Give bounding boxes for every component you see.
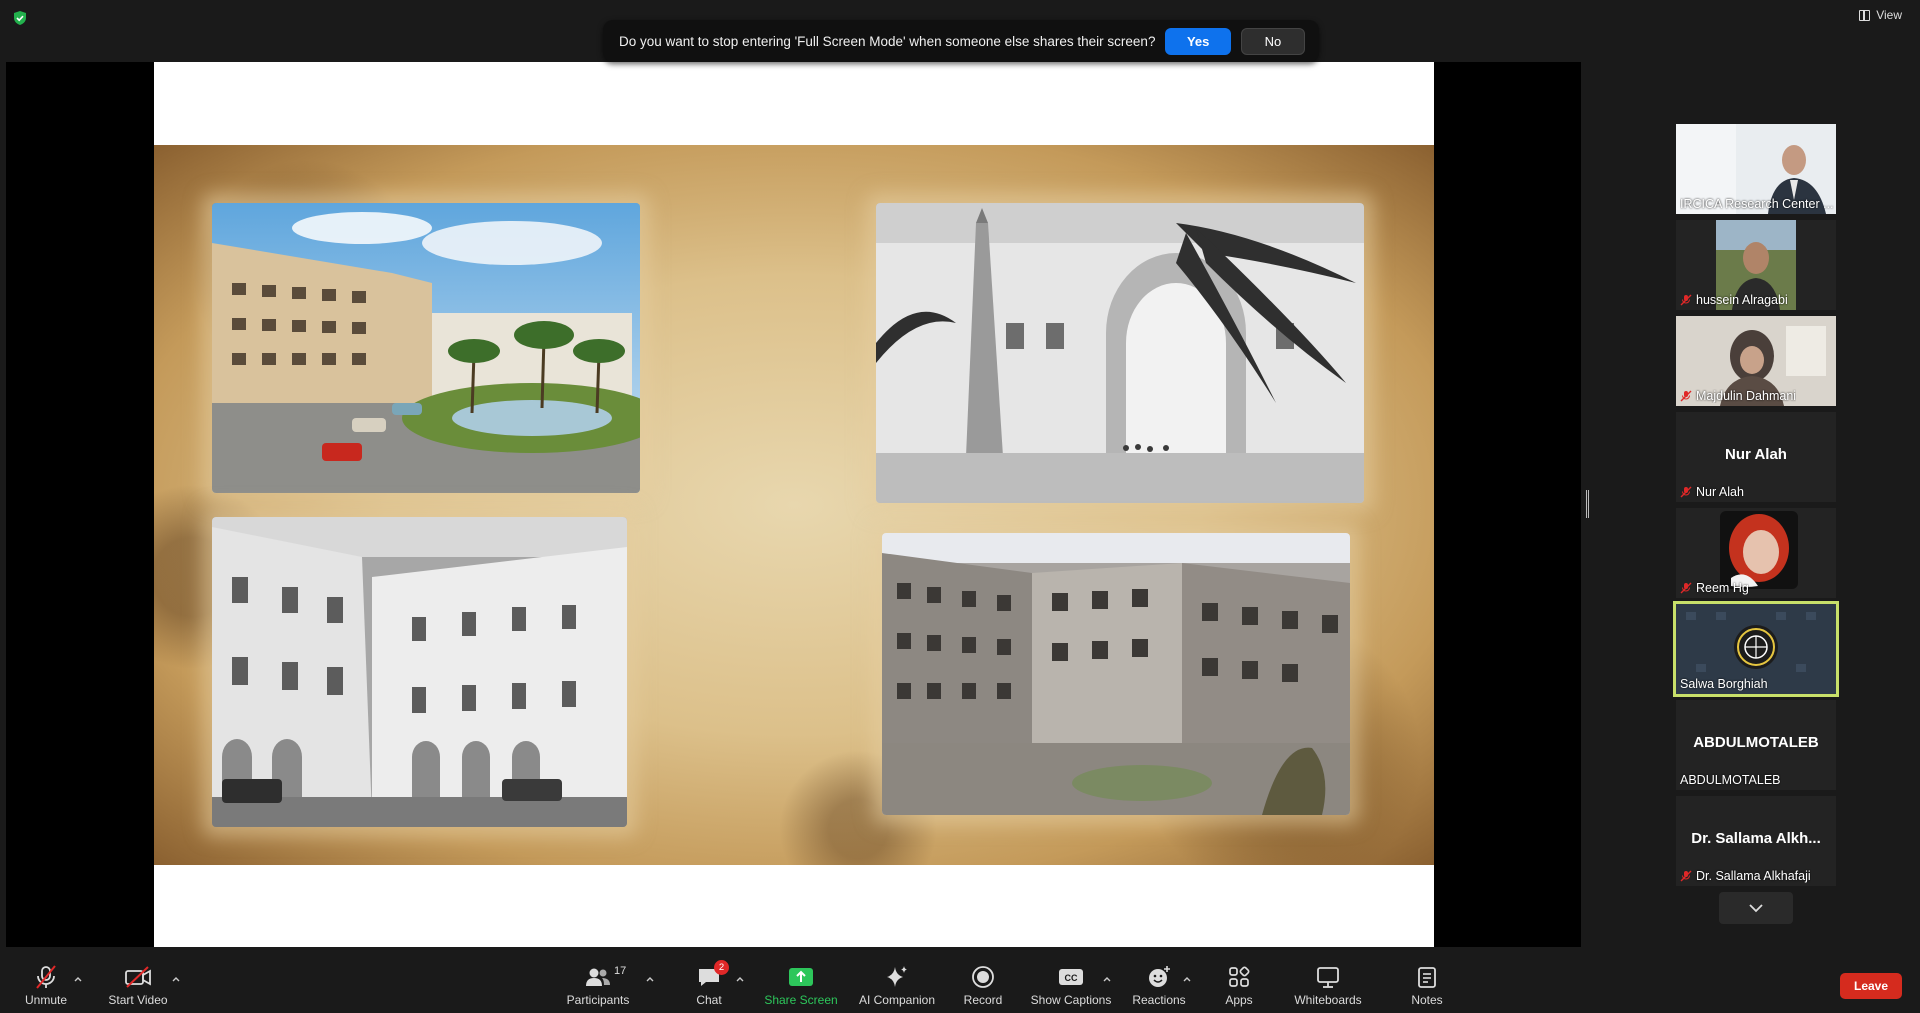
- participant-name: Majdulin Dahmani: [1680, 389, 1796, 403]
- participant-name: hussein Alragabi: [1680, 293, 1788, 307]
- reactions-options-caret-icon[interactable]: [1182, 974, 1192, 984]
- security-shield-icon[interactable]: [12, 10, 28, 26]
- parchment-background: [154, 145, 1434, 865]
- participant-name: IRCICA Research Center ...: [1680, 197, 1834, 211]
- participant-name: Nur Alah: [1680, 485, 1744, 499]
- fullscreen-notification: Do you want to stop entering 'Full Scree…: [603, 20, 1319, 62]
- muted-mic-icon: [1680, 294, 1692, 306]
- participant-tile[interactable]: hussein Alragabi: [1676, 220, 1836, 310]
- participants-button[interactable]: 17 Participants: [565, 954, 631, 1013]
- participant-name: Reem Hg: [1680, 581, 1749, 595]
- muted-mic-icon: [1680, 870, 1692, 882]
- show-captions-button[interactable]: CC Show Captions: [1030, 954, 1112, 1013]
- presentation-slide: [154, 62, 1434, 947]
- sparkle-icon: [887, 966, 907, 987]
- participant-tile[interactable]: IRCICA Research Center ...: [1676, 124, 1836, 214]
- record-icon: [972, 966, 994, 988]
- participant-gallery: IRCICA Research Center ... hussein Alrag…: [1673, 124, 1839, 892]
- reactions-emoji-icon: [1149, 966, 1170, 987]
- reactions-button[interactable]: Reactions: [1131, 954, 1187, 1013]
- participant-display-name: ABDULMOTALEB: [1693, 734, 1819, 751]
- meeting-toolbar: Unmute Start Video 17 Participants 2 Cha…: [0, 954, 1920, 1013]
- participant-display-name: Nur Alah: [1725, 446, 1787, 463]
- view-grid-icon: [1859, 9, 1871, 21]
- muted-mic-icon: [1680, 486, 1692, 498]
- photo-destroyed-buildings: [882, 533, 1350, 815]
- participant-display-name: Dr. Sallama Alkh...: [1691, 830, 1821, 847]
- participant-tile-active-speaker[interactable]: Salwa Borghiah: [1673, 601, 1839, 697]
- apps-icon: [1229, 966, 1250, 987]
- participants-icon: [586, 968, 610, 986]
- photo-bw-arch: [876, 203, 1364, 503]
- ai-companion-button[interactable]: AI Companion: [857, 954, 937, 1013]
- chat-unread-badge: 2: [714, 960, 729, 975]
- start-video-button[interactable]: Start Video: [106, 954, 170, 1013]
- whiteboards-button[interactable]: Whiteboards: [1293, 954, 1363, 1013]
- participant-tile[interactable]: ABDULMOTALEB ABDULMOTALEB: [1676, 700, 1836, 790]
- participant-tile[interactable]: Dr. Sallama Alkh... Dr. Sallama Alkhafaj…: [1676, 796, 1836, 886]
- notes-icon: [1418, 967, 1436, 988]
- notification-message: Do you want to stop entering 'Full Scree…: [619, 33, 1156, 49]
- leave-button[interactable]: Leave: [1840, 973, 1902, 999]
- gallery-scroll-down-button[interactable]: [1719, 892, 1793, 924]
- zoom-meeting-window: View Do you want to stop entering 'Full …: [0, 0, 1920, 1013]
- panel-resize-handle[interactable]: [1586, 490, 1589, 518]
- apps-button[interactable]: Apps: [1222, 954, 1256, 1013]
- share-screen-button[interactable]: Share Screen: [764, 954, 838, 1013]
- photo-bw-street: [212, 517, 627, 827]
- captions-options-caret-icon[interactable]: [1102, 974, 1112, 984]
- participant-name: Dr. Sallama Alkhafaji: [1680, 869, 1811, 883]
- video-off-icon: [125, 966, 151, 988]
- whiteboard-icon: [1317, 967, 1339, 988]
- video-options-caret-icon[interactable]: [171, 974, 181, 984]
- unmute-button[interactable]: Unmute: [18, 954, 74, 1013]
- muted-mic-icon: [1680, 390, 1692, 402]
- participant-tile[interactable]: Majdulin Dahmani: [1676, 316, 1836, 406]
- svg-text:CC: CC: [1065, 973, 1078, 983]
- audio-options-caret-icon[interactable]: [73, 974, 83, 984]
- record-button[interactable]: Record: [960, 954, 1006, 1013]
- shared-screen-area[interactable]: [6, 62, 1581, 947]
- participant-name: Salwa Borghiah: [1680, 677, 1768, 691]
- share-screen-icon: [789, 968, 813, 986]
- no-button[interactable]: No: [1240, 27, 1305, 55]
- chat-options-caret-icon[interactable]: [735, 974, 745, 984]
- participants-options-caret-icon[interactable]: [645, 974, 655, 984]
- participant-name: ABDULMOTALEB: [1680, 773, 1781, 787]
- participant-tile[interactable]: Nur Alah Nur Alah: [1676, 412, 1836, 502]
- notes-button[interactable]: Notes: [1408, 954, 1446, 1013]
- chevron-down-icon: [1749, 903, 1763, 912]
- muted-mic-icon: [36, 965, 56, 989]
- view-button[interactable]: View: [1859, 8, 1902, 22]
- chat-button[interactable]: 2 Chat: [690, 954, 729, 1013]
- participant-tile[interactable]: Reem Hg: [1676, 508, 1836, 598]
- photo-color-square: [212, 203, 640, 493]
- yes-button[interactable]: Yes: [1165, 27, 1231, 55]
- view-label: View: [1876, 8, 1902, 22]
- muted-mic-icon: [1680, 582, 1692, 594]
- captions-cc-icon: CC: [1059, 969, 1083, 985]
